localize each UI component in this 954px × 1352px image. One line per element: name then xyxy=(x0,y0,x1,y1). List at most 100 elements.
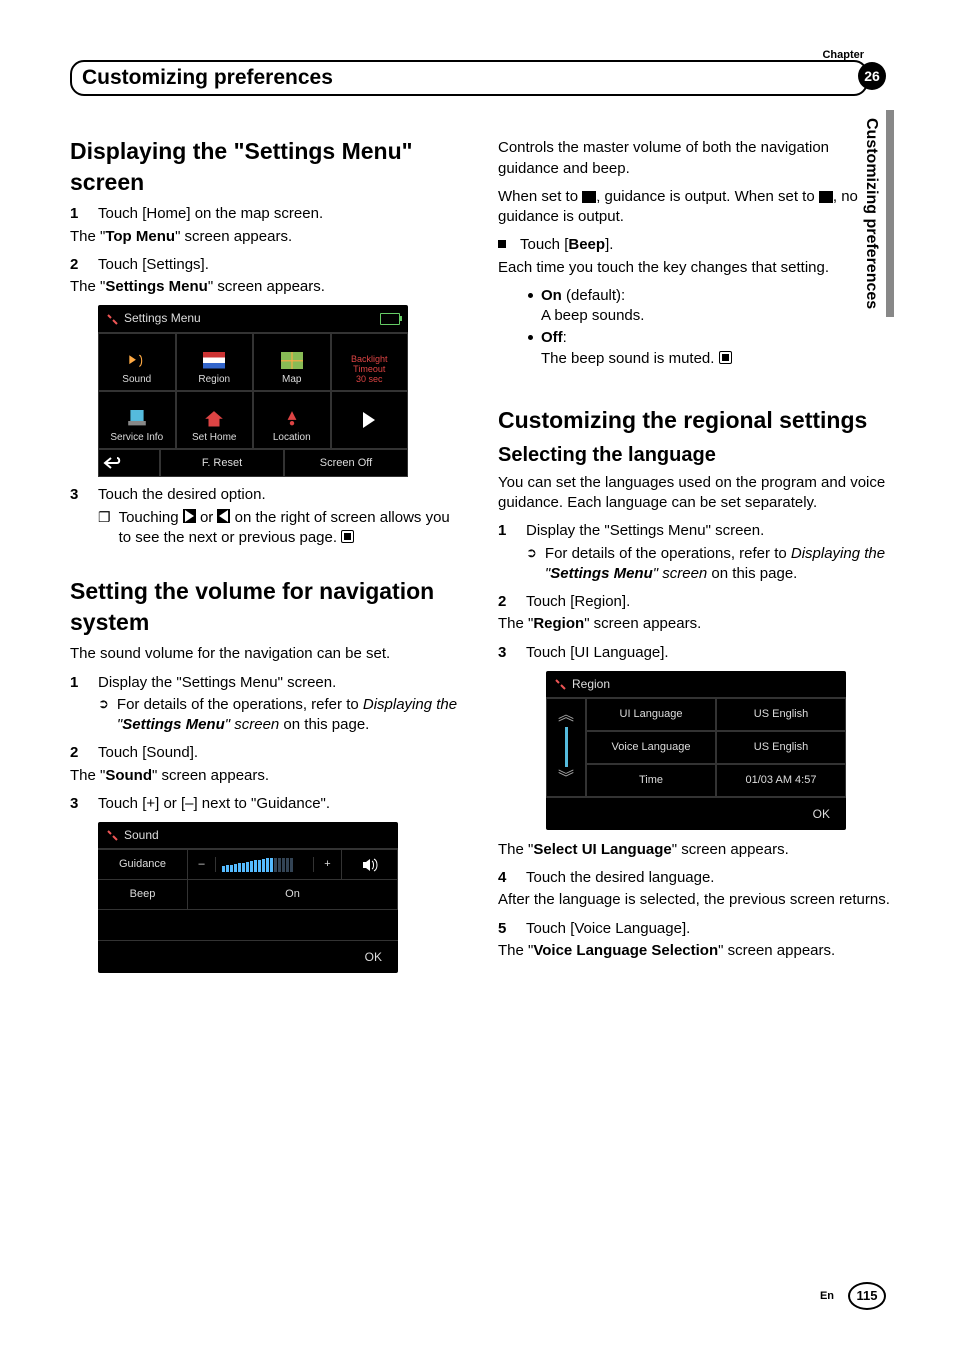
footer-language: En xyxy=(820,1289,834,1304)
minus-button[interactable]: – xyxy=(188,857,216,872)
side-tab: Customizing preferences xyxy=(856,110,894,317)
step-number: 2 xyxy=(70,743,84,763)
reference-text: For details of the operations, refer to … xyxy=(117,695,466,736)
step-text: Touch [Voice Language]. xyxy=(526,919,894,939)
ui-language-label[interactable]: UI Language xyxy=(586,698,716,731)
right-arrow-icon xyxy=(185,510,194,522)
screenshot-title: Region xyxy=(572,676,610,692)
step-number: 4 xyxy=(498,868,512,888)
bullet-icon xyxy=(528,335,533,340)
step-text: Touch the desired option. xyxy=(98,485,466,505)
battery-icon xyxy=(380,313,400,325)
scrollbar[interactable] xyxy=(565,727,568,767)
step-number: 1 xyxy=(70,204,84,224)
left-arrow-icon xyxy=(219,510,228,522)
tool-icon xyxy=(554,678,566,690)
screenshot-settings-menu: Settings Menu Sound Region Map Backlight… xyxy=(98,305,408,477)
step-number: 5 xyxy=(498,919,512,939)
step-text: Touch [Sound]. xyxy=(98,743,466,763)
step-number: 3 xyxy=(498,643,512,663)
time-value[interactable]: 01/03 AM 4:57 xyxy=(716,764,846,797)
ui-language-value[interactable]: US English xyxy=(716,698,846,731)
step-number: 1 xyxy=(498,521,512,541)
option-off: Off:The beep sound is muted. xyxy=(541,328,732,369)
speaker-toggle[interactable] xyxy=(342,850,398,879)
ok-button[interactable]: OK xyxy=(546,797,846,830)
screenshot-sound: Sound Guidance – + BeepOn OK xyxy=(98,822,398,973)
next-page-button[interactable] xyxy=(331,391,409,449)
heading-displaying-settings: Displaying the "Settings Menu" screen xyxy=(70,136,466,198)
step-text: Touch [Region]. xyxy=(526,592,894,612)
heading-setting-volume: Setting the volume for navigation system xyxy=(70,576,466,638)
menu-region[interactable]: Region xyxy=(176,333,254,391)
screenshot-title: Settings Menu xyxy=(124,310,201,326)
menu-backlight[interactable]: BacklightTimeout30 sec xyxy=(331,333,409,391)
chapter-number-badge: 26 xyxy=(858,62,886,90)
body-text: The sound volume for the navigation can … xyxy=(70,644,466,664)
chevron-up-icon[interactable]: ︽ xyxy=(558,705,574,727)
speaker-off-icon xyxy=(819,191,833,203)
body-text: The "Select UI Language" screen appears. xyxy=(498,840,894,860)
screenshot-region: Region ︽ ︾ UI Language US English Voice … xyxy=(546,671,846,830)
screenshot-title: Sound xyxy=(124,827,159,843)
body-text: After the language is selected, the prev… xyxy=(498,890,894,910)
menu-set-home[interactable]: Set Home xyxy=(176,391,254,449)
body-text: The "Settings Menu" screen appears. xyxy=(70,277,466,297)
square-bullet-icon xyxy=(498,240,506,248)
step-text: Touch [Settings]. xyxy=(98,255,466,275)
chapter-label: Chapter xyxy=(822,48,864,63)
guidance-label: Guidance xyxy=(98,850,188,879)
reference-icon: ➲ xyxy=(98,695,109,736)
step-number: 3 xyxy=(70,794,84,814)
factory-reset-button[interactable]: F. Reset xyxy=(160,449,284,478)
body-text: The "Region" screen appears. xyxy=(498,614,894,634)
body-text: The "Top Menu" screen appears. xyxy=(70,227,466,247)
menu-sound[interactable]: Sound xyxy=(98,333,176,391)
voice-language-value[interactable]: US English xyxy=(716,731,846,764)
voice-language-label[interactable]: Voice Language xyxy=(586,731,716,764)
menu-location[interactable]: Location xyxy=(253,391,331,449)
body-text: The "Sound" screen appears. xyxy=(70,766,466,786)
end-marker-icon xyxy=(341,530,354,543)
option-on: On (default):A beep sounds. xyxy=(541,286,644,327)
heading-regional-settings: Customizing the regional settings xyxy=(498,405,894,436)
scroll-column: ︽ ︾ xyxy=(546,698,586,797)
step-text: Display the "Settings Menu" screen. xyxy=(98,673,466,693)
speaker-on-icon xyxy=(582,191,596,203)
chevron-down-icon[interactable]: ︾ xyxy=(558,768,574,790)
beep-value[interactable]: On xyxy=(188,880,398,909)
step-text: Touch [UI Language]. xyxy=(526,643,894,663)
bullet-icon xyxy=(528,293,533,298)
step-number: 3 xyxy=(70,485,84,505)
step-text: Touch [Home] on the map screen. xyxy=(98,204,466,224)
step-text: Touch the desired language. xyxy=(526,868,894,888)
reference-text: For details of the operations, refer to … xyxy=(545,544,894,585)
screen-off-button[interactable]: Screen Off xyxy=(284,449,408,478)
note-icon: ❐ xyxy=(98,508,111,549)
tool-icon xyxy=(106,313,118,325)
step-number: 2 xyxy=(498,592,512,612)
tool-icon xyxy=(106,829,118,841)
step-number: 1 xyxy=(70,673,84,693)
note-text: Touching or on the right of screen allow… xyxy=(119,508,466,549)
plus-button[interactable]: + xyxy=(313,857,341,872)
back-button[interactable] xyxy=(98,449,160,478)
body-text: You can set the languages used on the pr… xyxy=(498,473,894,514)
right-column: Controls the master volume of both the n… xyxy=(498,136,894,981)
step-text: Touch [+] or [–] next to "Guidance". xyxy=(98,794,466,814)
left-column: Displaying the "Settings Menu" screen 1T… xyxy=(70,136,466,981)
menu-map[interactable]: Map xyxy=(253,333,331,391)
end-marker-icon xyxy=(719,351,732,364)
volume-bars xyxy=(222,858,307,872)
menu-service-info[interactable]: Service Info xyxy=(98,391,176,449)
subheading-selecting-language: Selecting the language xyxy=(498,442,894,469)
step-text: Display the "Settings Menu" screen. xyxy=(526,521,894,541)
section-header: Customizing preferences xyxy=(70,60,868,96)
reference-icon: ➲ xyxy=(526,544,537,585)
ok-button[interactable]: OK xyxy=(98,940,398,973)
beep-label: Beep xyxy=(98,880,188,909)
body-text: Controls the master volume of both the n… xyxy=(498,138,894,179)
time-label[interactable]: Time xyxy=(586,764,716,797)
body-text: When set to , guidance is output. When s… xyxy=(498,187,894,228)
step-number: 2 xyxy=(70,255,84,275)
